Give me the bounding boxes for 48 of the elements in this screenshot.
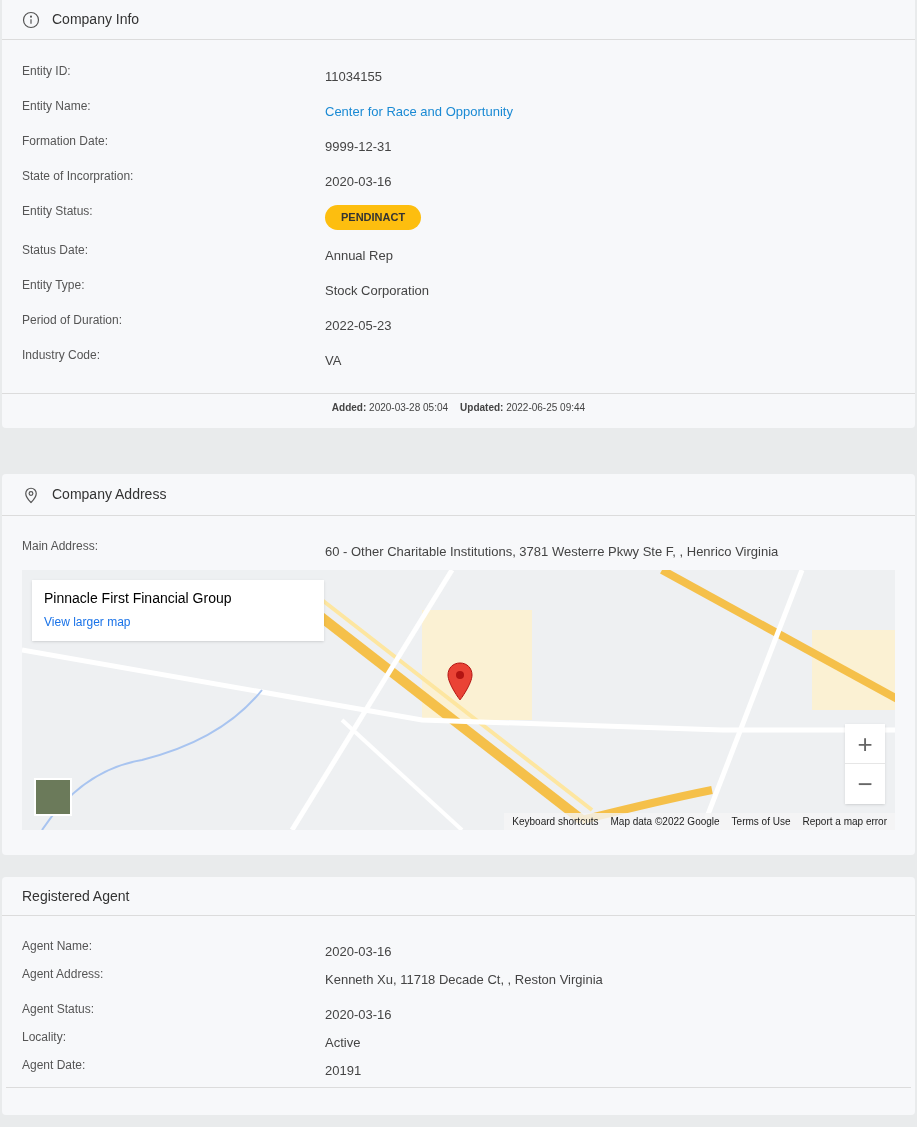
- field-label: Agent Address:: [22, 966, 105, 983]
- field-label: Entity Type:: [22, 277, 86, 294]
- section-title: Company Address: [52, 485, 167, 504]
- field-label: Main Address:: [22, 538, 100, 555]
- field-value: 2022-05-23: [325, 318, 392, 333]
- field-label: Agent Status:: [22, 1001, 96, 1018]
- map-attribution-link[interactable]: Terms of Use: [731, 814, 791, 829]
- field-label: Status Date:: [22, 242, 90, 259]
- map-attribution-link[interactable]: Keyboard shortcuts: [512, 814, 599, 829]
- info-icon: [22, 10, 40, 29]
- field-label: Entity ID:: [22, 63, 72, 80]
- field-value: 60 - Other Charitable Institutions, 3781 Westerre Pkwy Ste F, , Henrico Virginia: [325, 544, 779, 559]
- status-badge: PENDINACT: [325, 205, 422, 230]
- field-label: Locality:: [22, 1029, 68, 1046]
- field-label: Period of Duration:: [22, 312, 124, 329]
- field-label: Agent Date:: [22, 1057, 87, 1074]
- field-value: VA: [325, 353, 342, 368]
- map-attribution-link[interactable]: Report a map error: [802, 814, 887, 829]
- field-value: Active: [325, 1035, 361, 1050]
- field-label: State of Incorpration:: [22, 168, 135, 185]
- satellite-thumbnail[interactable]: [34, 778, 72, 816]
- field-value: Annual Rep: [325, 248, 393, 263]
- view-larger-map-link[interactable]: View larger map: [44, 615, 131, 629]
- field-value: 11034155: [325, 69, 382, 84]
- field-value: 2020-03-16: [325, 174, 392, 189]
- field-label: Industry Code:: [22, 347, 102, 364]
- location-pin-icon: [22, 485, 40, 504]
- field-value: 2020-03-16: [325, 944, 392, 959]
- section-title: Company Info: [52, 10, 140, 29]
- map-view[interactable]: Pinnacle First Financial Group View larger map + − Keyboard shortcuts Map data ©2022 Google Terms of Use Report a map error: [22, 570, 895, 830]
- zoom-in-button[interactable]: +: [845, 724, 885, 764]
- timestamp-text: Added: 2020-03-28 05:04: [331, 401, 449, 415]
- field-label: Agent Name:: [22, 938, 94, 955]
- field-label: Entity Name:: [22, 98, 92, 115]
- field-value: 9999-12-31: [325, 139, 392, 154]
- field-value: Stock Corporation: [325, 283, 430, 298]
- map-attribution-link[interactable]: Map data ©2022 Google: [610, 814, 720, 829]
- place-title: Pinnacle First Financial Group: [44, 589, 233, 608]
- section-title: Registered Agent: [22, 886, 130, 906]
- zoom-out-button[interactable]: −: [845, 764, 885, 804]
- map-marker-icon: [446, 662, 474, 702]
- field-label: Formation Date:: [22, 133, 110, 150]
- field-value: 2020-03-16: [325, 1007, 392, 1022]
- entity-name-link[interactable]: Center for Race and Opportunity: [325, 104, 513, 119]
- field-value: 20191: [325, 1063, 362, 1078]
- field-label: Entity Status:: [22, 203, 94, 220]
- timestamp-text: Updated: 2022-06-25 09:44: [460, 401, 586, 415]
- field-value: Kenneth Xu, 11718 Decade Ct, , Reston Virginia: [325, 972, 603, 987]
